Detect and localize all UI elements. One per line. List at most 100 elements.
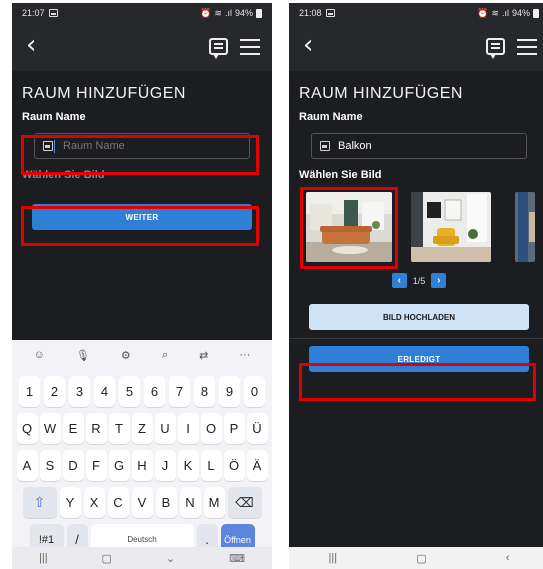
key[interactable]: 2 bbox=[44, 376, 65, 407]
key[interactable]: 1 bbox=[19, 376, 40, 407]
key[interactable]: W bbox=[39, 413, 61, 444]
emoji-icon[interactable]: ☺ bbox=[34, 349, 45, 361]
next-button[interactable]: WEITER bbox=[32, 204, 252, 230]
key[interactable]: 7 bbox=[169, 376, 190, 407]
room-name-input[interactable]: Raum Name bbox=[34, 133, 250, 159]
image-icon bbox=[43, 141, 53, 151]
key[interactable]: A bbox=[16, 450, 38, 481]
hide-keyboard-icon[interactable]: ⌄ bbox=[166, 552, 175, 565]
keyboard-row-qwertz: Q W E R T Z U I O P Ü bbox=[12, 413, 272, 444]
more-icon[interactable]: ··· bbox=[239, 349, 250, 361]
back-arrow-icon[interactable]: ‹ bbox=[303, 32, 313, 58]
recent-apps-icon[interactable]: ||| bbox=[39, 552, 48, 564]
room-name-label: Raum Name bbox=[299, 111, 363, 123]
keyboard-row-numbers: 1 2 3 4 5 6 7 8 9 0 bbox=[12, 376, 272, 407]
shift-key-icon[interactable]: ⇧ bbox=[22, 487, 57, 518]
system-nav-bar: ||| ▢ ⌄ ⌨ bbox=[12, 547, 272, 569]
battery-level: 94% bbox=[511, 8, 530, 18]
key[interactable]: 4 bbox=[94, 376, 115, 407]
room-name-label: Raum Name bbox=[22, 111, 86, 123]
backspace-key-icon[interactable]: ⌫ bbox=[227, 487, 262, 518]
key[interactable]: P bbox=[223, 413, 245, 444]
done-button[interactable]: ERLEDIGT bbox=[309, 346, 529, 372]
home-icon[interactable]: ▢ bbox=[416, 552, 426, 565]
wifi-icon: ≋ bbox=[491, 7, 499, 18]
microphone-icon[interactable]: 🎙 bbox=[76, 349, 90, 362]
keyboard-row-asdf: A S D F G H J K L Ö Ä bbox=[12, 450, 272, 481]
key[interactable]: G bbox=[108, 450, 130, 481]
page-title: RAUM HINZUFÜGEN bbox=[22, 85, 186, 102]
image-carousel[interactable] bbox=[299, 187, 539, 269]
key[interactable]: Q bbox=[16, 413, 38, 444]
gallery-notification-icon bbox=[48, 9, 58, 17]
search-icon[interactable]: ⌕ bbox=[162, 349, 168, 362]
key[interactable]: C bbox=[107, 487, 129, 518]
choose-image-label: Wählen Sie Bild bbox=[22, 169, 105, 181]
key[interactable]: 5 bbox=[119, 376, 140, 407]
recent-apps-icon[interactable]: ||| bbox=[329, 552, 338, 564]
room-image-thumbnail[interactable] bbox=[515, 192, 535, 262]
key[interactable]: Ä bbox=[246, 450, 268, 481]
battery-icon bbox=[256, 8, 262, 18]
key[interactable]: I bbox=[177, 413, 199, 444]
key[interactable]: Ü bbox=[246, 413, 268, 444]
key[interactable]: V bbox=[131, 487, 153, 518]
home-icon[interactable]: ▢ bbox=[102, 552, 112, 565]
key[interactable]: H bbox=[131, 450, 153, 481]
alarm-icon: ⏰ bbox=[200, 7, 212, 18]
on-screen-keyboard: ☺ 🎙 ⚙ ⌕ ⇄ ··· 1 2 3 4 5 6 7 8 9 0 Q W E … bbox=[12, 340, 272, 569]
system-nav-bar: ||| ▢ ‹ bbox=[289, 547, 543, 569]
key[interactable]: 6 bbox=[144, 376, 165, 407]
keyboard-toolbar: ☺ 🎙 ⚙ ⌕ ⇄ ··· bbox=[12, 340, 272, 370]
key[interactable]: M bbox=[203, 487, 225, 518]
page-title: RAUM HINZUFÜGEN bbox=[299, 85, 463, 102]
key[interactable]: B bbox=[155, 487, 177, 518]
status-time: 21:07 bbox=[22, 8, 45, 18]
key[interactable]: Z bbox=[131, 413, 153, 444]
key[interactable]: J bbox=[154, 450, 176, 481]
image-icon bbox=[320, 141, 330, 151]
key[interactable]: K bbox=[177, 450, 199, 481]
battery-level: 94% bbox=[234, 8, 253, 18]
key[interactable]: U bbox=[154, 413, 176, 444]
divider bbox=[289, 338, 543, 339]
key[interactable]: Y bbox=[59, 487, 81, 518]
key[interactable]: E bbox=[62, 413, 84, 444]
chat-icon[interactable] bbox=[209, 38, 228, 59]
keyboard-icon[interactable]: ⌨ bbox=[229, 552, 245, 565]
status-bar: 21:07 ⏰ ≋ .ıl 94% bbox=[12, 3, 272, 23]
translate-icon[interactable]: ⇄ bbox=[199, 349, 208, 362]
key[interactable]: R bbox=[85, 413, 107, 444]
carousel-position: 1/5 bbox=[412, 275, 426, 286]
key[interactable]: Ö bbox=[223, 450, 245, 481]
room-name-input[interactable]: Balkon bbox=[311, 133, 527, 159]
key[interactable]: 0 bbox=[244, 376, 265, 407]
key[interactable]: 3 bbox=[69, 376, 90, 407]
settings-icon[interactable]: ⚙ bbox=[121, 349, 131, 362]
key[interactable]: F bbox=[85, 450, 107, 481]
carousel-pager: ‹ 1/5 › bbox=[299, 273, 539, 288]
key[interactable]: N bbox=[179, 487, 201, 518]
key[interactable]: L bbox=[200, 450, 222, 481]
room-image-thumbnail[interactable] bbox=[306, 192, 392, 262]
upload-image-button[interactable]: BILD HOCHLADEN bbox=[309, 304, 529, 330]
key[interactable]: T bbox=[108, 413, 130, 444]
hamburger-menu-icon[interactable] bbox=[517, 38, 537, 55]
room-image-thumbnail[interactable] bbox=[411, 192, 491, 262]
key[interactable]: 8 bbox=[194, 376, 215, 407]
key[interactable]: O bbox=[200, 413, 222, 444]
back-arrow-icon[interactable]: ‹ bbox=[26, 32, 36, 58]
key[interactable]: D bbox=[62, 450, 84, 481]
key[interactable]: X bbox=[83, 487, 105, 518]
back-nav-icon[interactable]: ‹ bbox=[506, 552, 510, 564]
key[interactable]: S bbox=[39, 450, 61, 481]
room-name-value: Balkon bbox=[338, 140, 372, 152]
gallery-notification-icon bbox=[325, 9, 335, 17]
phone-screen-right: 21:08 ⏰ ≋ .ıl 94% ‹ RAUM HINZUFÜGEN Raum Na… bbox=[289, 3, 543, 569]
phone-screen-left: 21:07 ⏰ ≋ .ıl 94% ‹ RAUM HINZUFÜGEN Raum Na… bbox=[12, 3, 272, 569]
chat-icon[interactable] bbox=[486, 38, 505, 59]
next-image-button[interactable]: › bbox=[431, 273, 447, 288]
key[interactable]: 9 bbox=[219, 376, 240, 407]
previous-image-button[interactable]: ‹ bbox=[391, 273, 407, 288]
hamburger-menu-icon[interactable] bbox=[240, 38, 260, 55]
